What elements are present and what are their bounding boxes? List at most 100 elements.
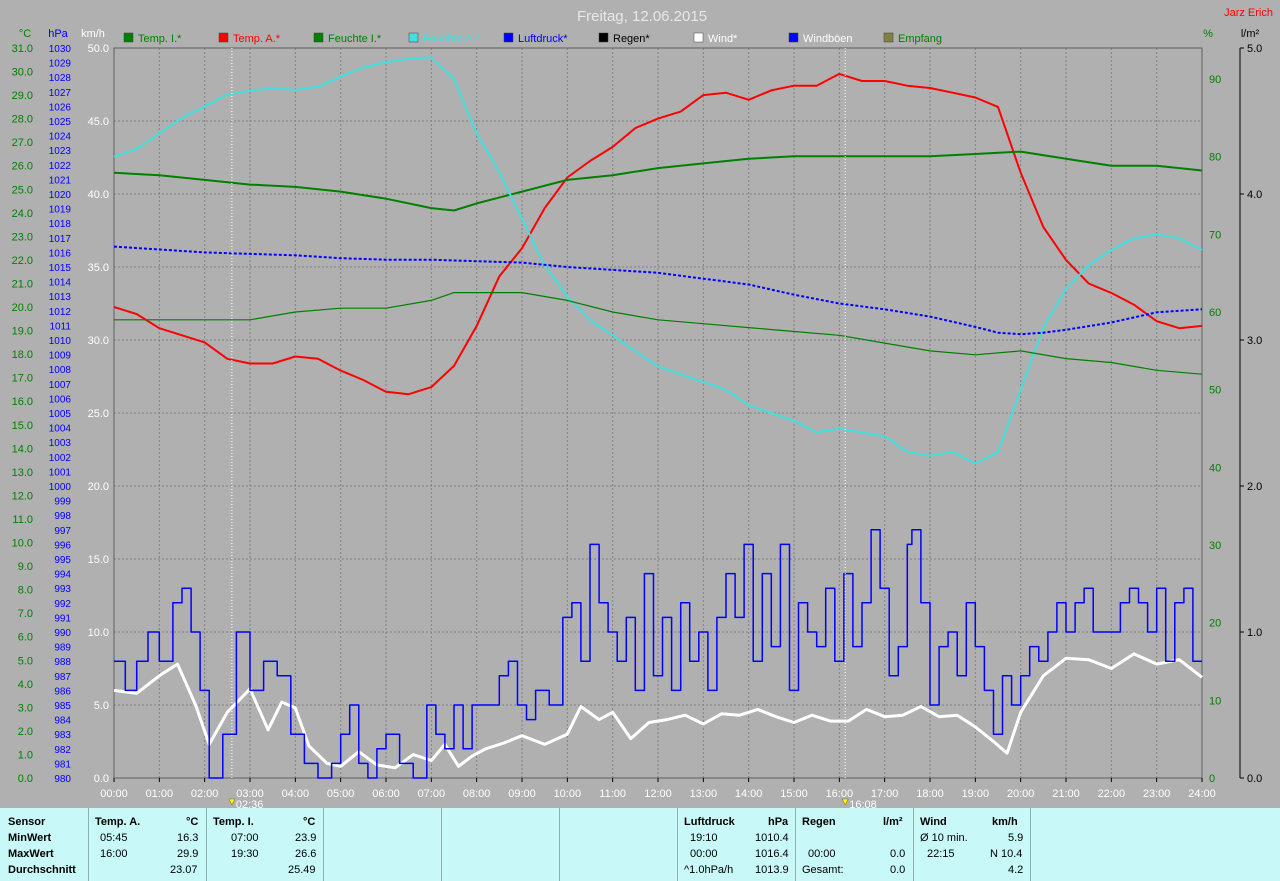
tick-label-pressure: 999	[54, 497, 71, 508]
tick-label-pressure: 992	[54, 599, 71, 610]
tick-label-time: 21:00	[1052, 788, 1080, 800]
wind-max-time: 22:15	[927, 848, 955, 860]
tick-label-pressure: 1012	[49, 307, 72, 318]
axis-unit-temp: °C	[19, 28, 31, 40]
tick-label-pressure: 1002	[49, 453, 72, 464]
tick-label-time: 13:00	[690, 788, 718, 800]
temp-a-min-time: 05:45	[100, 832, 128, 844]
legend-label: Temp. I.*	[138, 33, 182, 45]
legend-swatch	[218, 32, 229, 43]
tick-label-humidity: 10	[1209, 695, 1221, 707]
tick-label-pressure: 1013	[49, 292, 72, 303]
tick-label-time: 12:00	[644, 788, 672, 800]
temp-i-avg: 25.49	[288, 864, 316, 876]
wind-header: Wind	[920, 816, 947, 828]
tick-label-wind: 0.0	[94, 773, 109, 785]
tick-label-pressure: 1001	[49, 467, 72, 478]
temp-a-min-val: 16.3	[177, 832, 199, 844]
tick-label-pressure: 983	[54, 730, 71, 741]
tick-label-pressure: 985	[54, 701, 71, 712]
tick-label-pressure: 1015	[49, 263, 72, 274]
tick-label-temp: 15.0	[12, 420, 33, 432]
tick-label-pressure: 1010	[49, 336, 72, 347]
tick-label-temp: 8.0	[18, 585, 33, 597]
legend-swatch	[313, 32, 324, 43]
tick-label-humidity: 0	[1209, 773, 1215, 785]
wind-unit: km/h	[992, 816, 1018, 828]
legend-swatch	[693, 32, 704, 43]
legend-label: Empfang	[898, 33, 942, 45]
tick-label-wind: 15.0	[88, 554, 109, 566]
luftdruck-unit: hPa	[768, 816, 789, 828]
luftdruck-max-val: 1016.4	[755, 848, 789, 860]
legend-label: Wind*	[708, 33, 738, 45]
tick-label-pressure: 1019	[49, 205, 72, 216]
row-label-sensor: Sensor	[8, 816, 46, 828]
legend-swatch	[503, 32, 514, 43]
tick-label-temp: 3.0	[18, 702, 33, 714]
tick-label-temp: 27.0	[12, 137, 33, 149]
tick-label-pressure: 996	[54, 540, 71, 551]
temp-a-max-time: 16:00	[100, 848, 128, 860]
tick-label-pressure: 1004	[49, 424, 72, 435]
tick-label-temp: 16.0	[12, 396, 33, 408]
legend-label: Feuchte A.*	[423, 33, 481, 45]
axis-unit-humidity: %	[1203, 28, 1213, 40]
tick-label-time: 14:00	[735, 788, 763, 800]
author-label: Jarz Erich	[1224, 7, 1273, 19]
tick-label-temp: 17.0	[12, 373, 33, 385]
legend-swatch	[123, 32, 134, 43]
tick-label-wind: 40.0	[88, 189, 109, 201]
tick-label-wind: 50.0	[88, 43, 109, 55]
tick-label-time: 19:00	[962, 788, 990, 800]
weather-chart: Freitag, 12.06.2015 Jarz Erich Temp. I.*…	[0, 0, 1280, 808]
tick-label-pressure: 986	[54, 686, 71, 697]
tick-label-time: 07:00	[418, 788, 446, 800]
tick-label-pressure: 1000	[49, 482, 72, 493]
tick-label-pressure: 1017	[49, 234, 72, 245]
temp-i-min-val: 23.9	[295, 832, 317, 844]
tick-label-pressure: 991	[54, 613, 71, 624]
tick-label-wind: 5.0	[94, 700, 109, 712]
luftdruck-min-time: 19:10	[690, 832, 718, 844]
temp-i-header: Temp. I.	[213, 816, 254, 828]
regen-total: 0.0	[890, 864, 906, 876]
tick-label-humidity: 70	[1209, 229, 1221, 241]
tick-label-rain: 2.0	[1247, 481, 1262, 493]
tick-label-time: 06:00	[372, 788, 400, 800]
legend-swatch	[788, 32, 799, 43]
axis-unit-pressure: hPa	[48, 28, 68, 40]
tick-label-temp: 5.0	[18, 655, 33, 667]
legend-swatch	[408, 32, 419, 43]
tick-label-pressure: 988	[54, 657, 71, 668]
tick-label-temp: 0.0	[18, 773, 33, 785]
tick-label-time: 11:00	[599, 788, 626, 800]
wind-avg10-val: 5.9	[1008, 832, 1024, 844]
tick-label-pressure: 984	[54, 716, 71, 727]
tick-label-humidity: 30	[1209, 540, 1221, 552]
tick-label-pressure: 980	[54, 774, 71, 785]
axis-unit-wind: km/h	[81, 28, 105, 40]
row-label-max: MaxWert	[8, 848, 54, 860]
tick-label-humidity: 80	[1209, 152, 1221, 164]
tick-label-pressure: 1030	[49, 44, 72, 55]
tick-label-pressure: 1020	[49, 190, 72, 201]
tick-label-wind: 25.0	[88, 408, 109, 420]
tick-label-temp: 30.0	[12, 67, 33, 79]
tick-label-temp: 31.0	[12, 43, 33, 55]
tick-label-temp: 18.0	[12, 349, 33, 361]
regen-unit: l/m²	[883, 816, 903, 828]
tick-label-pressure: 998	[54, 511, 71, 522]
legend-label: Temp. A.*	[233, 33, 281, 45]
tick-label-temp: 23.0	[12, 231, 33, 243]
tick-label-temp: 21.0	[12, 278, 33, 290]
regen-header: Regen	[802, 816, 836, 828]
tick-label-temp: 26.0	[12, 161, 33, 173]
tick-label-pressure: 989	[54, 643, 71, 654]
legend-label: Windböen	[803, 33, 853, 45]
tick-label-temp: 2.0	[18, 726, 33, 738]
tick-label-temp: 6.0	[18, 632, 33, 644]
legend-label: Luftdruck*	[518, 33, 568, 45]
tick-label-pressure: 982	[54, 745, 71, 756]
legend-swatch	[883, 32, 894, 43]
